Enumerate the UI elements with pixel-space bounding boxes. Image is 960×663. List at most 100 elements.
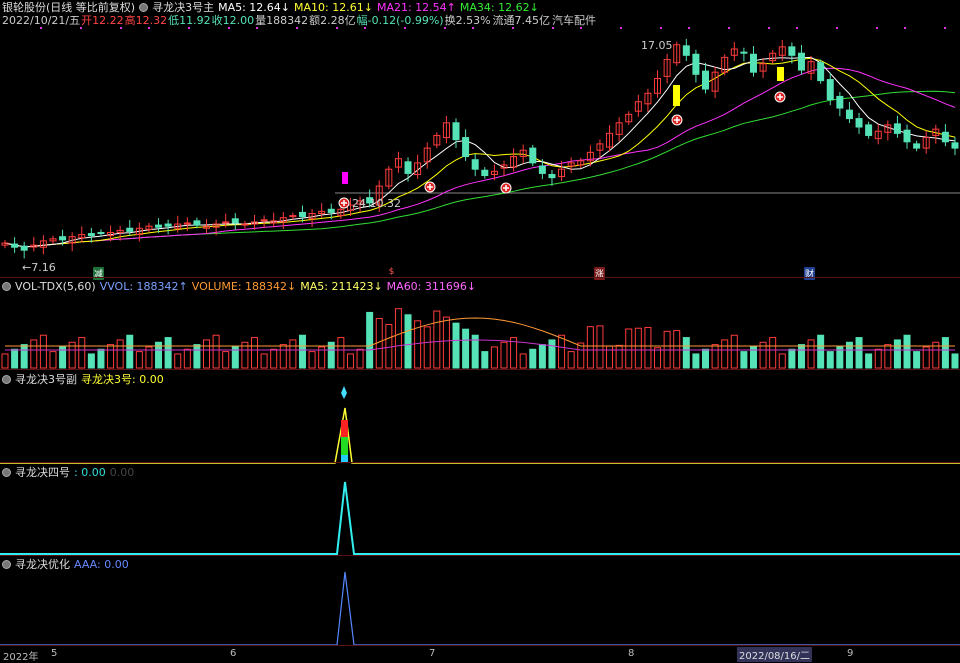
gear-icon[interactable] (2, 560, 11, 569)
marker-dot (728, 27, 730, 29)
marker-dot (336, 27, 338, 29)
volume-value: VOLUME: 188342↓ (191, 280, 297, 293)
volume-bar (481, 351, 489, 369)
time-axis-year: 2022年 (3, 652, 39, 663)
candle-body (845, 109, 853, 120)
candle-body (826, 79, 834, 101)
volume-bar (797, 344, 805, 369)
panel-divider (0, 369, 960, 370)
volume-bar (183, 348, 191, 369)
indicator3-bar (341, 420, 348, 437)
volume-bar (855, 337, 863, 369)
candle-body (692, 53, 700, 75)
panel3-value: 寻龙决3号: 0.00 (81, 373, 164, 386)
candle-body (529, 147, 537, 164)
gear-icon[interactable] (2, 468, 11, 477)
candle-body (462, 137, 470, 158)
marker-dot (40, 27, 42, 29)
event-badge-rise[interactable]: 涨 (594, 267, 605, 280)
panel5-name[interactable]: 寻龙决优化 (15, 558, 70, 571)
time-axis-month: 7 (429, 648, 436, 659)
candle-body (702, 70, 710, 90)
volume-bar (826, 351, 834, 369)
marker-dot (296, 27, 298, 29)
candle-body (404, 161, 412, 174)
ma21-line (4, 67, 956, 248)
kline-chart[interactable] (0, 0, 960, 660)
marker-dot (552, 27, 554, 29)
volume-bar (702, 348, 710, 369)
time-axis-month: 8 (628, 648, 635, 659)
candle-body (788, 46, 796, 56)
volume-bar (615, 344, 623, 369)
volume-bar (442, 316, 450, 369)
event-badge-finance[interactable]: 财 (804, 267, 815, 280)
marker-dot (472, 27, 474, 29)
ma5-line (4, 56, 956, 248)
volume-bar (404, 314, 412, 369)
candle-body (548, 173, 556, 179)
time-axis-month: 6 (230, 648, 237, 659)
volume-bar (500, 341, 508, 369)
volume-bar (567, 351, 575, 369)
candle-body (682, 45, 690, 56)
volume-bar (356, 348, 364, 369)
marker-dot (512, 27, 514, 29)
panel4-value2: 0.00 (109, 466, 135, 479)
volume-bar (433, 310, 441, 369)
panel3-name[interactable]: 寻龙决3号副 (15, 373, 77, 386)
volume-bar (1, 353, 9, 369)
volume-bar (126, 334, 134, 369)
candle-body (538, 165, 546, 174)
volume-bar (903, 334, 911, 369)
panel4-name[interactable]: 寻龙决四号 (15, 466, 70, 479)
marker-dot (620, 27, 622, 29)
volume-bar (951, 353, 959, 369)
volume-bar (116, 339, 124, 369)
panel4-header: 寻龙决四号: 0.00 0.00 (2, 466, 138, 479)
volume-bar (203, 339, 211, 369)
star-icon (341, 386, 347, 399)
low-price-label: ←7.16 (22, 261, 56, 274)
volume-bar (97, 348, 105, 369)
candle-body (193, 220, 201, 226)
candle-body (452, 122, 460, 141)
volume-panel-name[interactable]: VOL-TDX(5,60) (15, 280, 96, 293)
volume-bar (366, 311, 374, 369)
volume-bar (519, 353, 527, 369)
volume-bar (654, 347, 662, 369)
high-price-label: 17.05 (641, 39, 673, 52)
volume-bar (260, 353, 268, 369)
gear-icon[interactable] (2, 375, 11, 384)
volume-bar (135, 351, 143, 369)
volume-bar (730, 334, 738, 369)
volume-bar (250, 337, 258, 369)
indicator3-bar (341, 437, 348, 455)
volume-bar (913, 351, 921, 369)
candle-body (327, 208, 335, 213)
event-badge-dollar[interactable]: $ (386, 267, 397, 277)
volume-bar (11, 348, 19, 369)
volume-bar (865, 353, 873, 369)
panel5-header: 寻龙决优化 AAA: 0.00 (2, 558, 133, 571)
volume-bar (174, 353, 182, 369)
candle-body (855, 118, 863, 128)
volume-bar (270, 348, 278, 369)
gear-icon[interactable] (2, 282, 11, 291)
marker-dot (768, 27, 770, 29)
vvol-value: VVOL: 188342↑ (99, 280, 188, 293)
marker-dot (256, 27, 258, 29)
marker-dot (404, 27, 406, 29)
volume-bar (212, 334, 220, 369)
candle-body (836, 95, 844, 109)
volume-bar (385, 324, 393, 369)
event-badge-reduce[interactable]: 减 (93, 267, 104, 280)
ma34-line (4, 90, 956, 248)
marker-dot (944, 27, 946, 29)
highlight-candle (673, 85, 680, 106)
volume-bar (30, 339, 38, 369)
candle-body (941, 131, 949, 143)
volume-bar (193, 344, 201, 369)
volume-bar (941, 337, 949, 369)
volume-bar (606, 345, 614, 369)
